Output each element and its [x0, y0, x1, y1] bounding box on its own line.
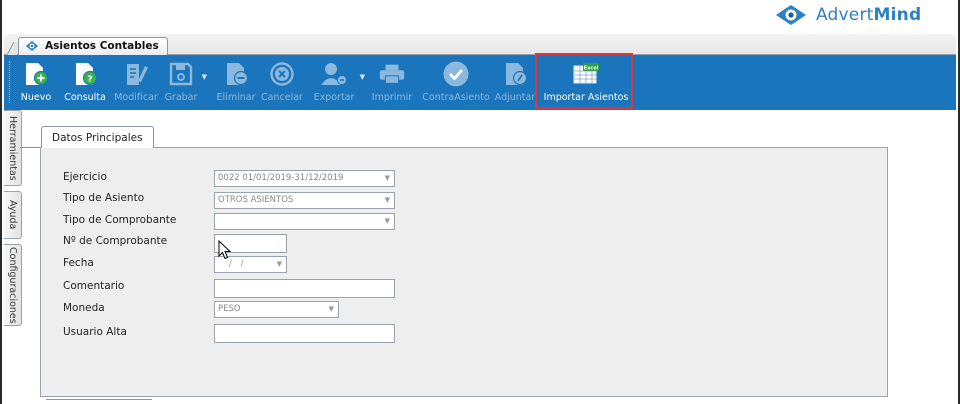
cancel-icon	[270, 62, 294, 86]
chevron-down-icon: ▼	[384, 217, 390, 225]
query-button[interactable]: ? Consulta	[64, 55, 106, 110]
contra-asiento-label: ContraAsiento	[422, 92, 490, 103]
attach-label: Adjuntar	[494, 92, 536, 103]
printer-icon	[379, 64, 405, 84]
comentario-label: Comentario	[63, 280, 125, 292]
svg-text:Excel: Excel	[584, 65, 599, 71]
modify-label: Modificar	[114, 92, 158, 103]
attach-button[interactable]: Adjuntar	[494, 55, 536, 110]
fecha-value: / /	[229, 259, 247, 269]
print-button[interactable]: Imprimir	[372, 55, 412, 110]
comentario-input[interactable]	[214, 279, 395, 298]
toolbar: Nuevo ? Consulta Modificar Grabar ▼ Elim…	[4, 55, 956, 110]
tipo-asiento-value: OTROS ASIENTOS	[218, 195, 294, 205]
check-icon	[443, 61, 469, 87]
document-tab-strip: Asientos Contables	[4, 34, 956, 55]
save-label: Grabar	[164, 92, 198, 103]
main-panel	[40, 147, 888, 397]
new-doc-icon	[26, 63, 49, 86]
svg-text:?: ?	[87, 75, 92, 85]
save-button[interactable]: Grabar ▼	[164, 55, 207, 110]
moneda-value: PESO	[218, 304, 241, 314]
export-label: Exportar	[313, 92, 355, 103]
module-icon	[26, 41, 38, 51]
ejercicio-label: Ejercicio	[63, 171, 107, 183]
chevron-down-icon: ▼	[384, 196, 390, 204]
edit-doc-icon	[127, 64, 148, 85]
delete-label: Eliminar	[216, 92, 256, 103]
side-tab-tools-label: Herramientas	[7, 115, 18, 181]
contra-asiento-button[interactable]: ContraAsiento	[422, 55, 490, 110]
print-label: Imprimir	[371, 92, 413, 103]
export-user-icon	[321, 63, 347, 85]
tab-asientos-contables[interactable]: Asientos Contables	[18, 37, 168, 55]
moneda-label: Moneda	[63, 302, 105, 314]
delete-doc-icon	[227, 63, 249, 86]
chevron-down-icon: ▼	[276, 260, 282, 268]
export-dropdown-icon[interactable]: ▼	[360, 73, 365, 81]
chevron-down-icon: ▼	[328, 305, 334, 313]
tab-datos-principales[interactable]: Datos Principales	[41, 126, 154, 148]
import-entries-label: Importar Asientos	[543, 92, 629, 103]
usuario-alta-label: Usuario Alta	[63, 326, 127, 338]
query-label: Consulta	[64, 92, 106, 103]
nro-comprobante-label: Nº de Comprobante	[63, 235, 168, 247]
cancel-label: Cancelar	[261, 92, 303, 103]
save-dropdown-icon[interactable]: ▼	[202, 73, 207, 81]
moneda-select[interactable]: PESO ▼	[214, 301, 339, 318]
tab-label: Asientos Contables	[45, 40, 159, 52]
tipo-comprobante-select[interactable]: ▼	[214, 213, 395, 230]
side-tab-help[interactable]: Ayuda	[4, 191, 22, 239]
tipo-asiento-select[interactable]: OTROS ASIENTOS ▼	[214, 192, 395, 209]
query-doc-icon: ?	[76, 63, 98, 86]
mouse-cursor-icon	[218, 240, 232, 260]
new-label: Nuevo	[20, 92, 52, 103]
advertmind-logo-icon	[776, 5, 806, 25]
bottom-tab-edge	[46, 399, 152, 404]
modify-button[interactable]: Modificar	[114, 55, 158, 110]
side-tab-settings-label: Configuraciones	[7, 246, 18, 324]
attach-icon	[506, 63, 528, 86]
usuario-alta-input[interactable]	[214, 324, 395, 343]
fecha-label: Fecha	[63, 257, 94, 269]
save-icon	[169, 62, 193, 86]
brand-logo: AdvertMind	[774, 0, 921, 30]
excel-import-icon: Excel	[573, 63, 599, 84]
side-tab-tools[interactable]: Herramientas	[4, 110, 22, 186]
export-button[interactable]: Exportar ▼	[312, 55, 365, 110]
tipo-comprobante-label: Tipo de Comprobante	[63, 214, 177, 226]
side-tab-settings[interactable]: Configuraciones	[4, 244, 22, 326]
side-tab-help-label: Ayuda	[7, 200, 18, 230]
ejercicio-select[interactable]: 0022 01/01/2019-31/12/2019 ▼	[214, 170, 395, 187]
app-window: AdvertMind Asientos Contables Nuevo ? Co…	[0, 0, 960, 404]
ejercicio-value: 0022 01/01/2019-31/12/2019	[218, 173, 344, 183]
tab-baseline	[20, 147, 42, 148]
cancel-button[interactable]: Cancelar	[261, 55, 303, 110]
import-entries-button[interactable]: Excel Importar Asientos	[542, 55, 630, 110]
section-title: Datos Principales	[52, 132, 143, 144]
delete-button[interactable]: Eliminar	[216, 55, 256, 110]
brand-name: AdvertMind	[816, 5, 922, 25]
new-button[interactable]: Nuevo	[21, 55, 51, 110]
chevron-down-icon: ▼	[384, 174, 390, 182]
tipo-asiento-label: Tipo de Asiento	[63, 192, 145, 204]
toolbar-grip[interactable]	[9, 61, 12, 103]
